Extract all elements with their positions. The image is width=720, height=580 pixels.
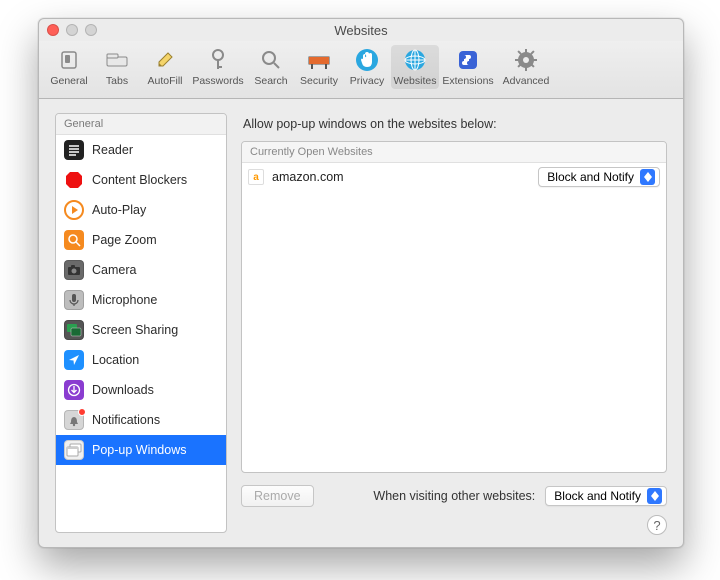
sidebar-item-microphone[interactable]: Microphone	[56, 285, 226, 315]
toolbar-general[interactable]: General	[45, 45, 93, 89]
toolbar-passwords[interactable]: Passwords	[189, 45, 247, 89]
preferences-window: Websites General Tabs AutoFill	[38, 18, 684, 548]
sidebar-item-label: Notifications	[92, 413, 160, 427]
sidebar-item-downloads[interactable]: Downloads	[56, 375, 226, 405]
window-title: Websites	[334, 23, 387, 38]
footer: Remove When visiting other websites: Blo…	[241, 473, 667, 507]
minimize-window-button[interactable]	[66, 24, 78, 36]
toolbar-label: Passwords	[192, 75, 243, 87]
sidebar-header: General	[56, 114, 226, 135]
sidebar-item-label: Downloads	[92, 383, 154, 397]
toolbar-privacy[interactable]: Privacy	[343, 45, 391, 89]
tabs-icon	[104, 47, 130, 73]
location-icon	[64, 350, 84, 370]
sidebar-item-camera[interactable]: Camera	[56, 255, 226, 285]
reader-icon	[64, 140, 84, 160]
barricade-icon	[306, 47, 332, 73]
sidebar-item-label: Content Blockers	[92, 173, 187, 187]
titlebar: Websites	[39, 19, 683, 41]
website-row[interactable]: a amazon.com Block and Notify	[242, 163, 666, 191]
globe-icon	[402, 47, 428, 73]
toolbar-advanced[interactable]: Advanced	[497, 45, 555, 89]
toolbar-label: AutoFill	[147, 75, 182, 87]
chevron-updown-icon	[640, 169, 655, 185]
websites-list: Currently Open Websites a amazon.com Blo…	[241, 141, 667, 473]
window-controls	[47, 24, 97, 36]
other-websites-label: When visiting other websites:	[373, 489, 535, 503]
sidebar-item-label: Screen Sharing	[92, 323, 178, 337]
toolbar: General Tabs AutoFill Passwords	[39, 41, 683, 99]
hand-icon	[354, 47, 380, 73]
chevron-updown-icon	[647, 488, 662, 504]
list-header: Currently Open Websites	[242, 142, 666, 163]
downloads-icon	[64, 380, 84, 400]
popup-windows-icon	[64, 440, 84, 460]
toolbar-label: Tabs	[106, 75, 128, 87]
sidebar-item-label: Page Zoom	[92, 233, 157, 247]
remove-button[interactable]: Remove	[241, 485, 314, 507]
stop-icon	[64, 170, 84, 190]
sidebar-item-location[interactable]: Location	[56, 345, 226, 375]
bell-icon	[64, 410, 84, 430]
toolbar-label: Search	[254, 75, 287, 87]
main-title: Allow pop-up windows on the websites bel…	[241, 113, 667, 141]
gear-icon	[513, 47, 539, 73]
website-domain: amazon.com	[272, 170, 530, 184]
zoom-window-button[interactable]	[85, 24, 97, 36]
sidebar-item-reader[interactable]: Reader	[56, 135, 226, 165]
sidebar-list: Reader Content Blockers Auto-Play	[56, 135, 226, 532]
select-value: Block and Notify	[547, 170, 634, 184]
sidebar-item-screen-sharing[interactable]: Screen Sharing	[56, 315, 226, 345]
sidebar-item-label: Location	[92, 353, 139, 367]
screen-sharing-icon	[64, 320, 84, 340]
toolbar-websites[interactable]: Websites	[391, 45, 439, 89]
other-websites-select[interactable]: Block and Notify	[545, 486, 667, 506]
pencil-icon	[152, 47, 178, 73]
puzzle-icon	[455, 47, 481, 73]
microphone-icon	[64, 290, 84, 310]
content-area: General Reader Content Blockers	[39, 99, 683, 547]
play-icon	[64, 200, 84, 220]
toolbar-security[interactable]: Security	[295, 45, 343, 89]
sidebar-item-content-blockers[interactable]: Content Blockers	[56, 165, 226, 195]
toolbar-label: Security	[300, 75, 338, 87]
website-policy-select[interactable]: Block and Notify	[538, 167, 660, 187]
toolbar-label: General	[50, 75, 87, 87]
sidebar-item-page-zoom[interactable]: Page Zoom	[56, 225, 226, 255]
sidebar-item-label: Camera	[92, 263, 136, 277]
sidebar-item-label: Auto-Play	[92, 203, 146, 217]
sidebar-item-label: Pop-up Windows	[92, 443, 187, 457]
notification-badge	[78, 408, 86, 416]
sidebar-item-label: Microphone	[92, 293, 157, 307]
toolbar-tabs[interactable]: Tabs	[93, 45, 141, 89]
toolbar-search[interactable]: Search	[247, 45, 295, 89]
sidebar: General Reader Content Blockers	[55, 113, 227, 533]
amazon-favicon: a	[248, 169, 264, 185]
main-panel: Allow pop-up windows on the websites bel…	[241, 113, 667, 533]
key-icon	[205, 47, 231, 73]
toolbar-autofill[interactable]: AutoFill	[141, 45, 189, 89]
camera-icon	[64, 260, 84, 280]
toolbar-label: Advanced	[503, 75, 550, 87]
select-value: Block and Notify	[554, 489, 641, 503]
toolbar-extensions[interactable]: Extensions	[439, 45, 497, 89]
toolbar-label: Extensions	[442, 75, 493, 87]
zoom-icon	[64, 230, 84, 250]
sidebar-item-popup-windows[interactable]: Pop-up Windows	[56, 435, 226, 465]
toolbar-label: Privacy	[350, 75, 384, 87]
sidebar-item-notifications[interactable]: Notifications	[56, 405, 226, 435]
sidebar-item-label: Reader	[92, 143, 133, 157]
search-icon	[258, 47, 284, 73]
sidebar-item-auto-play[interactable]: Auto-Play	[56, 195, 226, 225]
toolbar-label: Websites	[394, 75, 437, 87]
switch-icon	[56, 47, 82, 73]
help-button[interactable]: ?	[647, 515, 667, 535]
close-window-button[interactable]	[47, 24, 59, 36]
